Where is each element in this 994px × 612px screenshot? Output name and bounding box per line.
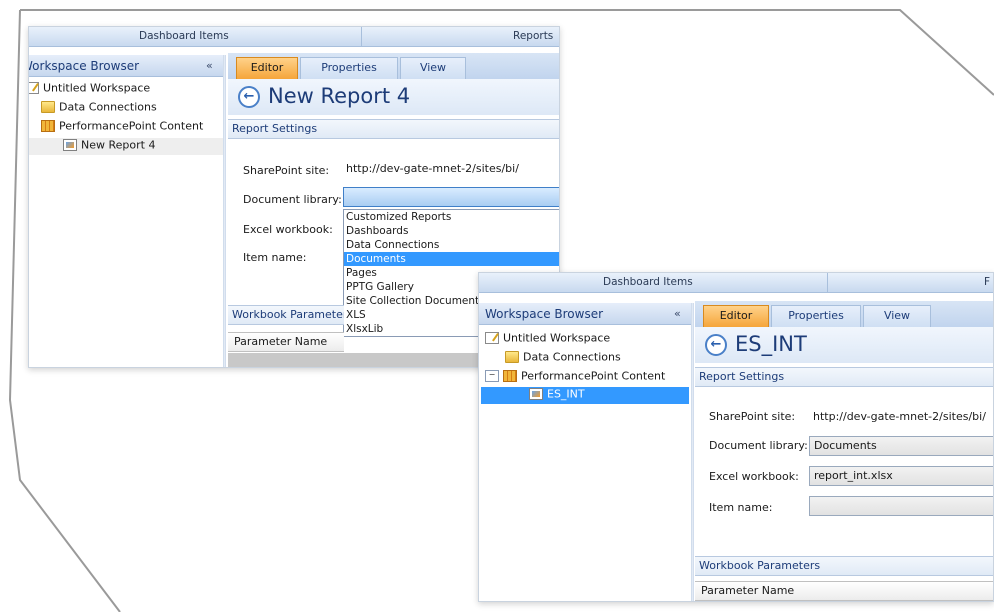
dropdown-option[interactable]: Data Connections (344, 238, 559, 252)
editor-tabs-bar: Editor Properties View (228, 53, 559, 79)
item-name-label: Item name: (243, 251, 307, 264)
document-library-dropdown[interactable] (343, 187, 559, 207)
collapse-icon[interactable]: « (674, 307, 681, 320)
editor-tabs-bar: Editor Properties View (695, 301, 993, 327)
report-title: ES_INT (735, 332, 807, 356)
excel-workbook-label: Excel workbook: (709, 470, 799, 483)
document-library-label: Document library: (243, 193, 342, 206)
tree-item-new-report-4[interactable]: New Report 4 (29, 138, 223, 155)
item-name-dropdown[interactable] (809, 496, 993, 516)
ribbon-tab-reports[interactable]: Reports (513, 30, 553, 42)
performancepoint-content-icon (41, 120, 55, 132)
workspace-browser-title: Workspace Browser (485, 307, 604, 321)
tab-view[interactable]: View (400, 57, 466, 79)
tab-properties[interactable]: Properties (300, 57, 398, 79)
dropdown-option[interactable]: Customized Reports (344, 210, 559, 224)
excel-workbook-dropdown[interactable]: report_int.xlsx (809, 466, 993, 486)
collapse-icon[interactable]: « (206, 59, 213, 72)
ribbon-tab-dashboard-items[interactable]: Dashboard Items (139, 30, 229, 42)
folder-icon (505, 351, 519, 363)
tab-editor[interactable]: Editor (703, 305, 769, 327)
ribbon-tabs: Dashboard Items Reports (29, 27, 559, 47)
folder-icon (41, 101, 55, 113)
report-settings-header: Report Settings (228, 119, 559, 139)
ribbon-tabs: Dashboard Items F (479, 273, 993, 293)
tab-editor[interactable]: Editor (236, 57, 298, 79)
tab-properties[interactable]: Properties (771, 305, 861, 327)
dropdown-option[interactable]: Dashboards (344, 224, 559, 238)
report-title-bar: ← ES_INT (695, 327, 993, 363)
ribbon-tab-dashboard-items[interactable]: Dashboard Items (603, 276, 693, 288)
workspace-icon (485, 332, 499, 344)
item-name-label: Item name: (709, 501, 773, 514)
back-arrow-icon[interactable]: ← (238, 86, 260, 108)
report-icon (529, 388, 543, 400)
back-arrow-icon[interactable]: ← (705, 334, 727, 356)
workspace-browser-header: Workspace Browser « (479, 303, 691, 325)
front-window: Dashboard Items F Workspace Browser « Un… (478, 272, 994, 602)
tree-item-untitled-workspace[interactable]: Untitled Workspace (29, 81, 150, 98)
report-icon (63, 139, 77, 151)
workbook-parameters-header: Workbook Parameters (695, 556, 993, 576)
document-library-dropdown[interactable]: Documents (809, 436, 993, 456)
tree-item-data-connections[interactable]: Data Connections (505, 350, 621, 367)
tree-item-es-int[interactable]: ES_INT (481, 387, 689, 404)
dropdown-option-selected[interactable]: Documents (344, 252, 559, 266)
workspace-icon (29, 82, 39, 94)
report-title-bar: ← New Report 4 (228, 79, 559, 115)
workbook-parameters-header: Workbook Parameter (228, 305, 344, 325)
tree-item-data-connections[interactable]: Data Connections (41, 100, 157, 117)
performancepoint-content-icon (503, 370, 517, 382)
sharepoint-site-value: http://dev-gate-mnet-2/sites/bi/ (346, 162, 519, 175)
tab-view[interactable]: View (863, 305, 931, 327)
sharepoint-site-label: SharePoint site: (709, 410, 796, 423)
sharepoint-site-value: http://dev-gate-mnet-2/sites/bi/ (813, 410, 986, 423)
document-library-label: Document library: (709, 439, 808, 452)
ribbon-tab-reports[interactable]: F (984, 276, 990, 288)
sharepoint-site-label: SharePoint site: (243, 164, 330, 177)
workspace-browser-header: Workspace Browser « (29, 55, 223, 77)
report-title: New Report 4 (268, 84, 411, 108)
tree-item-performancepoint-content[interactable]: PerformancePoint Content (41, 119, 203, 136)
tree-item-untitled-workspace[interactable]: Untitled Workspace (485, 331, 610, 348)
parameter-name-column: Parameter Name (228, 332, 344, 352)
report-settings-header: Report Settings (695, 367, 993, 387)
parameter-name-column: Parameter Name (695, 581, 993, 601)
tree-item-performancepoint-content[interactable]: − PerformancePoint Content (485, 369, 665, 386)
collapse-tree-icon[interactable]: − (485, 370, 499, 382)
excel-workbook-label: Excel workbook: (243, 223, 333, 236)
workspace-browser-title: Workspace Browser (28, 59, 140, 73)
